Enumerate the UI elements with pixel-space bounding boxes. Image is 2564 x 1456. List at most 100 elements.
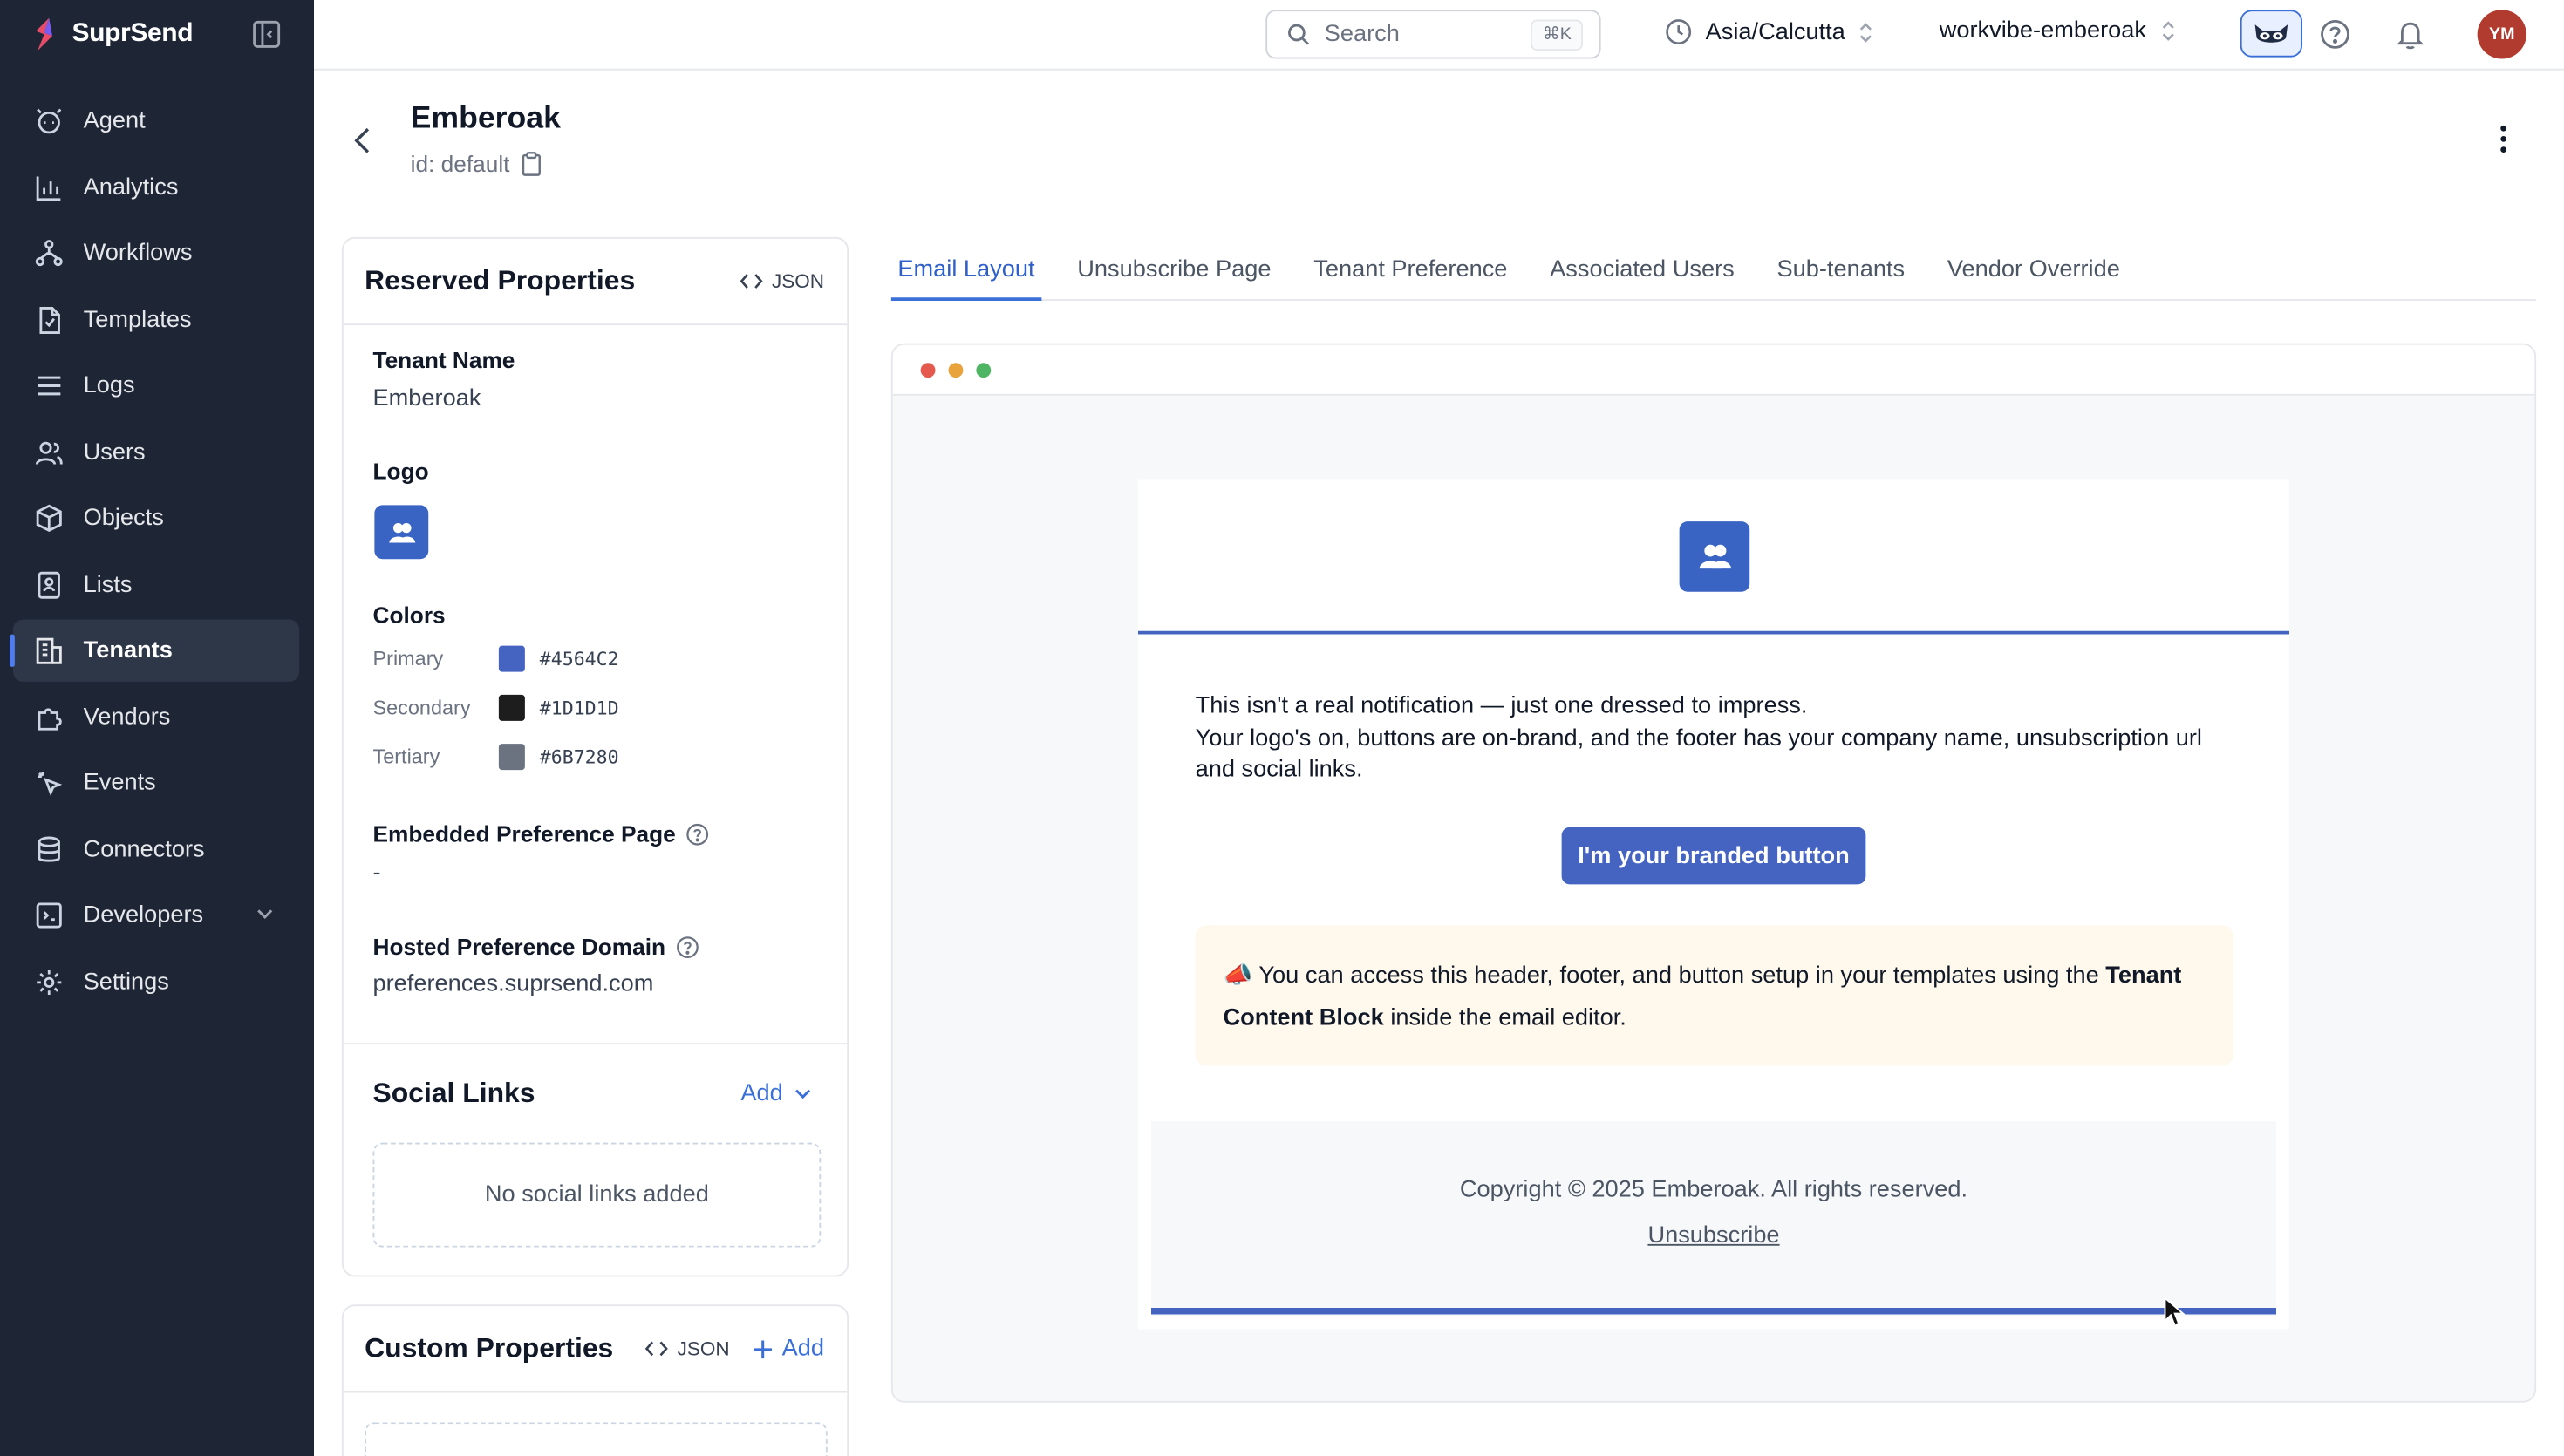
collapse-sidebar-icon[interactable] [250, 18, 283, 51]
top-bar: Search ⌘K Asia/Calcutta workvibe-emberoa… [314, 0, 2564, 71]
sidebar-item-logs[interactable]: Logs [13, 355, 299, 417]
info-icon[interactable] [685, 821, 710, 846]
sidebar-item-workflows[interactable]: Workflows [13, 222, 299, 284]
hosted-preference-value: preferences.suprsend.com [372, 970, 654, 997]
email-footer: Copyright © 2025 Emberoak. All rights re… [1151, 1121, 2276, 1317]
search-placeholder: Search [1324, 21, 1400, 48]
sidebar-item-templates[interactable]: Templates [13, 289, 299, 350]
clipboard-icon[interactable] [520, 151, 542, 177]
email-body: This isn't a real notification — just on… [1138, 479, 2289, 1330]
color-hex: #6B7280 [539, 745, 619, 769]
json-toggle-button[interactable]: JSON [739, 269, 824, 293]
color-row-tertiary: Tertiary #6B7280 [372, 744, 619, 771]
contact-list-icon [33, 568, 66, 602]
email-line-2: Your logo's on, buttons are on-brand, an… [1195, 725, 2202, 784]
note-prefix: 📣 You can access this header, footer, an… [1223, 963, 2106, 990]
sidebar-item-analytics[interactable]: Analytics [13, 156, 299, 218]
chevron-up-down-icon [1858, 20, 1875, 43]
list-icon [33, 370, 66, 403]
help-icon[interactable] [2319, 18, 2352, 51]
sidebar-item-label: Logs [83, 372, 135, 399]
json-toggle-button[interactable]: JSON [644, 1337, 730, 1360]
color-swatch [498, 645, 525, 672]
sidebar-item-label: Objects [83, 505, 164, 532]
email-footer-bar [1151, 1308, 2276, 1315]
branded-button[interactable]: I'm your branded button [1561, 827, 1866, 885]
sidebar-item-lists[interactable]: Lists [13, 554, 299, 616]
tenant-tabs: Email Layout Unsubscribe Page Tenant Pre… [890, 245, 2537, 301]
info-icon[interactable] [675, 935, 699, 959]
sidebar-item-label: Vendors [83, 704, 171, 731]
email-line-1: This isn't a real notification — just on… [1195, 693, 1808, 719]
sidebar-item-label: Analytics [83, 173, 179, 201]
back-arrow-icon[interactable] [348, 125, 378, 158]
color-hex: #1D1D1D [539, 696, 619, 719]
sidebar-item-agent[interactable]: Agent [13, 90, 299, 152]
tenant-block-note: 📣 You can access this header, footer, an… [1195, 925, 2234, 1066]
workspace-selector[interactable]: workvibe-emberoak [1940, 18, 2176, 44]
section-divider [343, 1043, 848, 1045]
color-swatch [498, 744, 525, 771]
tab-unsubscribe-page[interactable]: Unsubscribe Page [1071, 245, 1278, 301]
cube-icon [33, 502, 66, 535]
colors-label: Colors [372, 602, 446, 628]
suprsend-logo-icon [30, 17, 59, 52]
tab-associated-users[interactable]: Associated Users [1544, 245, 1742, 301]
tab-sub-tenants[interactable]: Sub-tenants [1770, 245, 1912, 301]
chevron-down-icon [793, 1084, 813, 1104]
social-links-empty-state: No social links added [372, 1142, 822, 1248]
email-preview-window: This isn't a real notification — just on… [890, 343, 2537, 1403]
sidebar-item-objects[interactable]: Objects [13, 487, 299, 549]
social-links-add-button[interactable]: Add [740, 1080, 812, 1106]
brand[interactable]: SuprSend [30, 17, 194, 52]
mouse-cursor-icon [2164, 1296, 2186, 1330]
pointer-icon [33, 766, 66, 799]
search-input[interactable]: Search ⌘K [1265, 10, 1601, 59]
code-brackets-icon [644, 1339, 669, 1359]
tab-email-layout[interactable]: Email Layout [890, 245, 1042, 301]
custom-properties-card: Custom Properties JSON Add [341, 1304, 849, 1456]
unsubscribe-link[interactable]: Unsubscribe [1151, 1223, 2276, 1249]
window-dot-red [920, 363, 936, 378]
tab-tenant-preference[interactable]: Tenant Preference [1307, 245, 1514, 301]
chevron-down-icon[interactable] [254, 902, 276, 925]
sidebar-item-tenants[interactable]: Tenants [10, 619, 300, 682]
plus-icon [753, 1338, 774, 1359]
timezone-selector[interactable]: Asia/Calcutta [1665, 18, 1875, 46]
social-links-title: Social Links [372, 1077, 535, 1109]
users-icon [33, 436, 66, 469]
sidebar-item-label: Agent [83, 107, 146, 134]
bell-icon[interactable] [2394, 18, 2427, 51]
reserved-properties-card: Reserved Properties JSON Tenant Name Emb… [341, 236, 849, 1277]
timezone-label: Asia/Calcutta [1705, 18, 1845, 45]
sidebar-item-label: Templates [83, 306, 192, 333]
email-header-divider [1138, 630, 2289, 635]
avatar[interactable]: YM [2477, 10, 2526, 59]
code-icon [33, 899, 66, 932]
ai-assistant-icon[interactable] [2240, 10, 2302, 58]
add-label: Add [781, 1335, 824, 1362]
sidebar-item-developers[interactable]: Developers [13, 884, 299, 946]
agent-icon [33, 105, 66, 138]
chart-bar-icon [33, 171, 66, 204]
clock-icon [1665, 18, 1693, 46]
tab-vendor-override[interactable]: Vendor Override [1940, 245, 2126, 301]
sidebar-item-connectors[interactable]: Connectors [13, 818, 299, 880]
window-title-bar [892, 344, 2535, 396]
email-logo [1679, 521, 1750, 592]
color-swatch [498, 694, 525, 721]
add-custom-property-button[interactable]: Add [753, 1336, 824, 1362]
color-name: Tertiary [372, 745, 440, 769]
tenant-id-text: id: default [410, 150, 510, 177]
more-options-icon[interactable] [2487, 123, 2520, 156]
sidebar-item-settings[interactable]: Settings [13, 950, 299, 1012]
email-message: This isn't a real notification — just on… [1196, 691, 2242, 787]
social-add-label: Add [740, 1080, 783, 1107]
search-icon [1287, 23, 1310, 45]
color-hex: #4564C2 [539, 647, 619, 670]
sidebar-item-users[interactable]: Users [13, 421, 299, 483]
sidebar: SuprSend Agent Analytics Workflows Templ… [0, 0, 314, 1456]
sidebar-item-vendors[interactable]: Vendors [13, 686, 299, 748]
sidebar-item-events[interactable]: Events [13, 752, 299, 814]
sidebar-item-label: Developers [83, 902, 204, 929]
